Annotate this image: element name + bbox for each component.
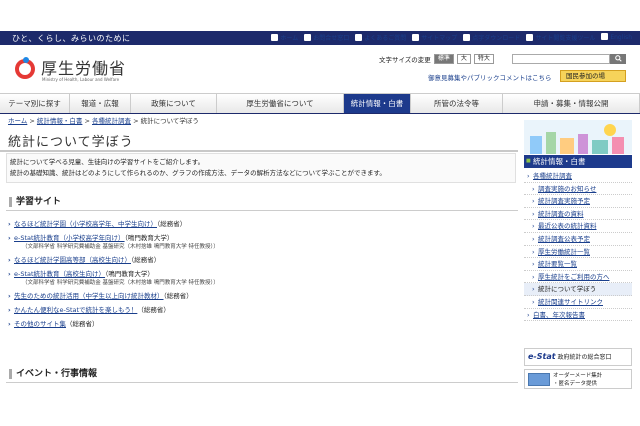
list-item: その他のサイト集（総務省） xyxy=(8,319,219,329)
braille-icon xyxy=(463,34,471,41)
learning-link[interactable]: なるほど統計学園高等部（高校生向け） xyxy=(14,256,131,264)
sidebar-item-white-papers[interactable]: 白書、年次報告書 xyxy=(524,309,632,322)
estat-banner[interactable]: e-Stat 政府統計の総合窓口 xyxy=(524,348,632,366)
town-illustration-icon xyxy=(524,120,632,154)
util-link-home[interactable]: ホーム xyxy=(271,33,298,42)
breadcrumb: ホーム > 統計情報・白書 > 各種統計調査 > 統計について学ぼう xyxy=(8,117,199,125)
list-item-note: （文部科学省 科学研究費補助金 基盤研究（木村捨雄 鳴門教育大学 特任教授）） xyxy=(22,280,219,286)
sidebar-item-for-users[interactable]: 厚生統計をご利用の方へ xyxy=(524,271,632,284)
nav-about[interactable]: 厚生労働省について xyxy=(217,94,344,113)
sidebar-item-handbook-list[interactable]: 統計要覧一覧 xyxy=(524,258,632,271)
tagline: ひと、くらし、みらいのために xyxy=(12,34,131,43)
tool-icon xyxy=(526,34,534,41)
sidebar-item-survey-materials[interactable]: 統計調査の資料 xyxy=(524,208,632,221)
util-link-sitemap[interactable]: サイトマップ xyxy=(412,33,457,42)
section-heading-events: イベント・行事情報 xyxy=(6,365,518,383)
page-title: 統計について学ぼう xyxy=(8,135,134,150)
home-icon xyxy=(271,34,279,41)
public-comment-link[interactable]: 御意見募集やパブリックコメントはこちら xyxy=(428,72,552,82)
ministry-logo-icon[interactable] xyxy=(13,56,37,80)
custom-tabulation-banner[interactable]: オーダーメード集計 ・匿名データ提供 xyxy=(524,369,632,389)
list-item: 先生のための統計活用（中学生以上向け統計教材）（総務省） xyxy=(8,291,219,301)
sitemap-icon xyxy=(412,34,420,41)
sidebar-item-learn-statistics[interactable]: 統計について学ぼう xyxy=(524,283,632,296)
search-input[interactable] xyxy=(512,54,610,64)
font-size-switcher: 文字サイズの変更 標準 大 特大 xyxy=(379,54,494,64)
font-size-standard-button[interactable]: 標準 xyxy=(433,54,454,64)
util-link-faq[interactable]: よくあるご質問 xyxy=(355,33,406,42)
sidebar-item-recent-releases[interactable]: 最近公表の統計資料 xyxy=(524,220,632,233)
list-item: e-Stat統計教育（高校生向け）（鳴門教育大学） xyxy=(8,269,219,279)
search-icon xyxy=(614,55,622,62)
learning-link[interactable]: その他のサイト集 xyxy=(14,320,66,328)
font-size-label: 文字サイズの変更 xyxy=(379,56,431,64)
learning-link[interactable]: e-Stat統計教育（高校生向け） xyxy=(14,270,105,278)
nav-press[interactable]: 報道・広報 xyxy=(70,94,131,113)
banner-text: オーダーメード集計 xyxy=(553,373,603,379)
participation-label: 国民参加の場 xyxy=(566,72,605,80)
sidebar-item-survey-notice[interactable]: 調査実施のお知らせ xyxy=(524,183,632,196)
sidebar-list: 各種統計調査 調査実施のお知らせ 統計調査実施予定 統計調査の資料 最近公表の統… xyxy=(524,170,632,322)
util-link-contact[interactable]: お問合せ窓口 xyxy=(304,33,349,42)
sidebar-item-release-schedule[interactable]: 統計調査公表予定 xyxy=(524,233,632,246)
site-header: 厚生労働省 Ministry of Health, Labour and Wel… xyxy=(0,45,640,91)
sidebar-item-survey-schedule[interactable]: 統計調査実施予定 xyxy=(524,195,632,208)
util-link-english[interactable]: English xyxy=(601,33,632,42)
top-bar: ひと、くらし、みらいのために ホーム お問合せ窓口 よくあるご質問 サイトマップ… xyxy=(0,31,640,45)
breadcrumb-surveys[interactable]: 各種統計調査 xyxy=(92,117,131,125)
sidebar-item-related-links[interactable]: 統計関連サイトリンク xyxy=(524,296,632,309)
mail-icon xyxy=(304,34,312,41)
learning-link[interactable]: なるほど統計学園（小学校高学年、中学生向け） xyxy=(14,220,157,228)
list-item: なるほど統計学園高等部（高校生向け）（総務省） xyxy=(8,255,219,265)
nav-applications[interactable]: 申請・募集・情報公開 xyxy=(503,94,640,113)
estat-logo: e-Stat xyxy=(528,352,556,361)
ministry-logo-text[interactable]: 厚生労働省 xyxy=(41,55,126,79)
nav-theme[interactable]: テーマ別に探す xyxy=(0,94,70,113)
question-icon xyxy=(355,34,363,41)
banner-thumbnail-icon xyxy=(528,373,550,386)
search-button[interactable] xyxy=(610,54,626,64)
learning-link[interactable]: かんたん便利なe-Statで統計を楽しもう！ xyxy=(14,306,137,314)
breadcrumb-statistics[interactable]: 統計情報・白書 xyxy=(37,117,83,125)
list-item-note: （文部科学省 科学研究費補助金 基盤研究（木村捨雄 鳴門教育大学 特任教授）） xyxy=(22,244,219,250)
utility-links: ホーム お問合せ窓口 よくあるご質問 サイトマップ 点字ダウンロード サイト閲覧… xyxy=(271,33,632,42)
estat-text: 政府統計の総合窓口 xyxy=(557,354,612,361)
learning-link[interactable]: e-Stat統計教育（小学校高学年向け） xyxy=(14,234,125,242)
list-item: e-Stat統計教育（小学校高学年向け）（鳴門教育大学） xyxy=(8,233,219,243)
nav-policy[interactable]: 政策について xyxy=(131,94,217,113)
util-link-accessibility[interactable]: サイト閲覧支援ツール xyxy=(526,33,595,42)
ministry-logo-subtext: Ministry of Health, Labour and Welfare xyxy=(42,77,120,82)
nav-laws[interactable]: 所管の法令等 xyxy=(411,94,503,113)
breadcrumb-current: 統計について学ぼう xyxy=(140,117,199,125)
learning-site-list: なるほど統計学園（小学校高学年、中学生向け）（総務省） e-Stat統計教育（小… xyxy=(8,219,219,329)
public-participation-button[interactable]: 国民参加の場 xyxy=(560,70,626,82)
sidebar-item-surveys[interactable]: 各種統計調査 xyxy=(524,170,632,183)
font-size-xlarge-button[interactable]: 特大 xyxy=(473,54,494,64)
util-link-braille[interactable]: 点字ダウンロード xyxy=(463,33,520,42)
breadcrumb-home[interactable]: ホーム xyxy=(8,117,27,125)
intro-text: 統計について学べる児童、生徒向けの学習サイトをご紹介します。 統計の基礎知識、統… xyxy=(10,157,515,179)
intro-line: 統計について学べる児童、生徒向けの学習サイトをご紹介します。 xyxy=(10,158,205,166)
globe-icon xyxy=(601,33,609,40)
intro-line: 統計の基礎知識、統計はどのようにして作られるのか、グラフの作成方法、データの解析… xyxy=(10,169,386,177)
sidebar-heading[interactable]: 統計情報・白書 xyxy=(524,155,632,168)
font-size-large-button[interactable]: 大 xyxy=(456,54,471,64)
list-item: なるほど統計学園（小学校高学年、中学生向け）（総務省） xyxy=(8,219,219,229)
sidebar-item-statistics-list[interactable]: 厚生労働統計一覧 xyxy=(524,246,632,259)
list-item: かんたん便利なe-Statで統計を楽しもう！（総務省） xyxy=(8,305,219,315)
title-divider xyxy=(0,150,518,152)
nav-statistics[interactable]: 統計情報・白書 xyxy=(344,94,411,113)
banner-text: ・匿名データ提供 xyxy=(553,381,598,387)
learning-link[interactable]: 先生のための統計活用（中学生以上向け統計教材） xyxy=(14,292,164,300)
global-nav: テーマ別に探す 報道・広報 政策について 厚生労働省について 統計情報・白書 所… xyxy=(0,93,640,114)
section-heading-learning: 学習サイト xyxy=(6,193,518,211)
